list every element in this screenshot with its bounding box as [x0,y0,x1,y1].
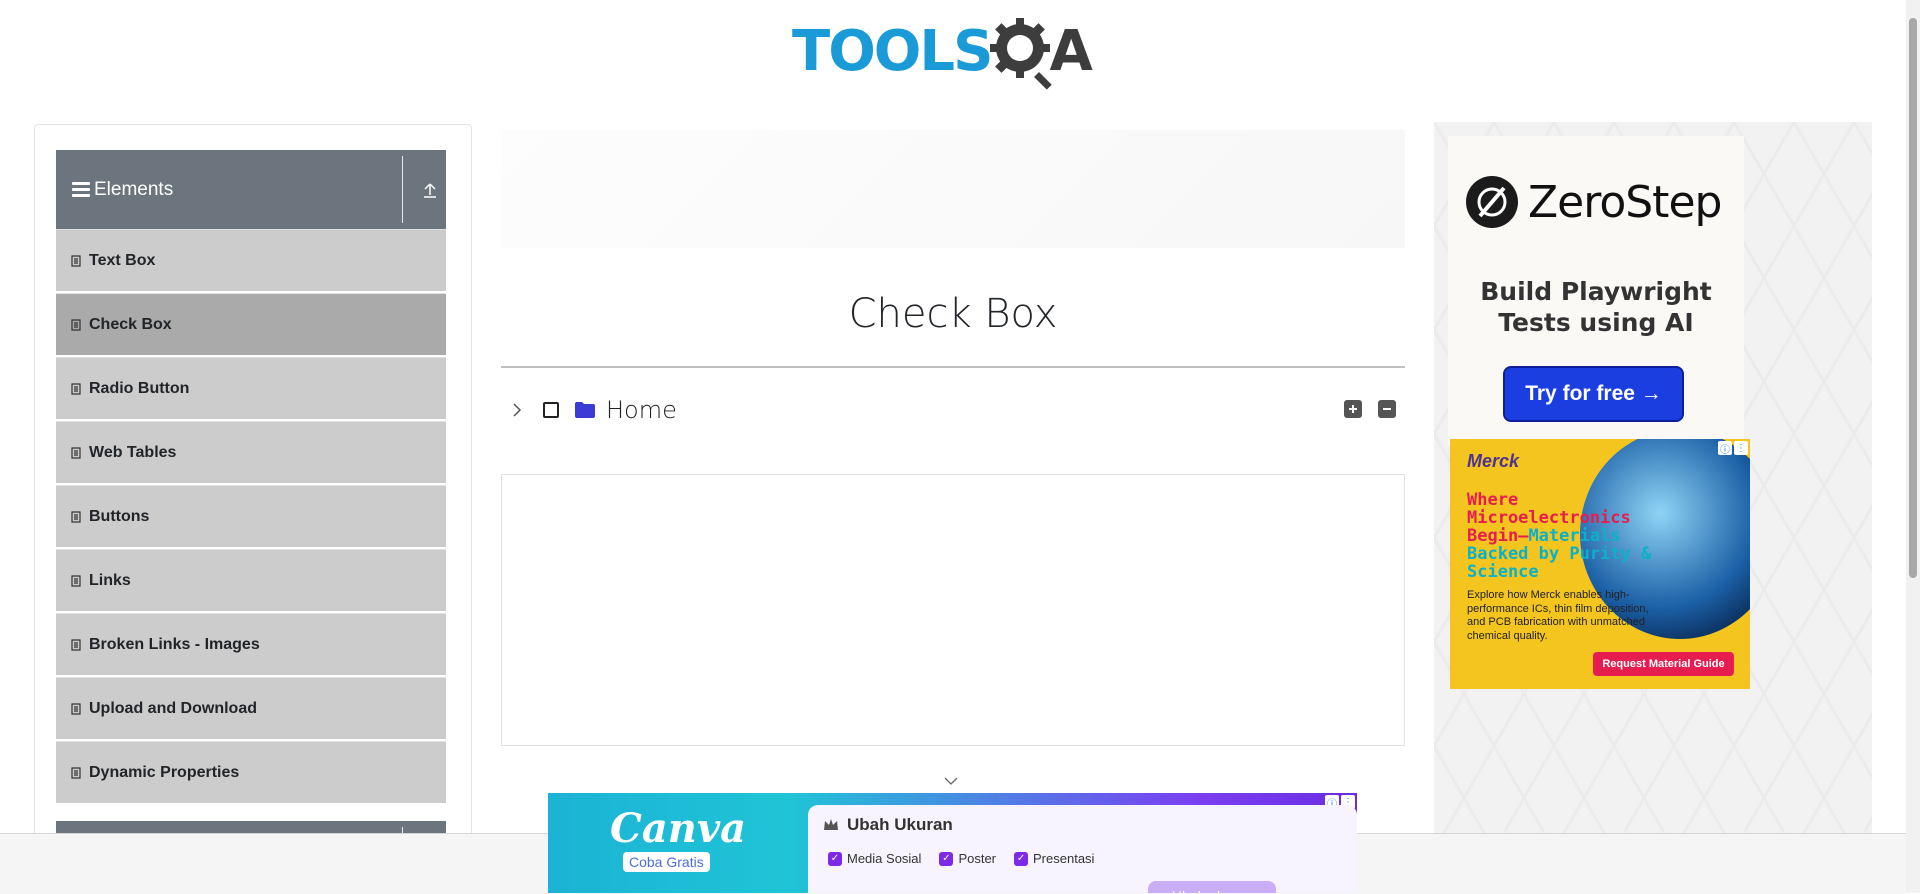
document-icon [71,574,81,587]
gear-magnifier-icon [990,18,1053,90]
sidebar-item-broken-links[interactable]: Broken Links - Images [56,613,446,675]
checked-icon: ✓ [828,851,842,866]
document-icon [71,382,81,395]
zerostep-tagline: Build Playwright Tests using AI [1448,276,1744,338]
logo-text: TOOLS [792,19,993,84]
merck-ad[interactable]: ⓘ ⋮ Merck Where Microelectronics Begin—M… [1450,439,1750,689]
coba-gratis-button[interactable]: Coba Gratis [623,852,710,872]
document-icon [71,254,81,267]
sidebar-item-text-box[interactable]: Text Box [56,229,446,291]
option-poster[interactable]: ✓ Poster [939,851,996,866]
canva-logo: Canva [610,805,746,852]
sidebar-item-label: Text Box [89,251,156,269]
merck-brand: Merck [1467,451,1520,471]
zerostep-tagline-line2: Tests using AI [1498,308,1694,337]
sidebar-item-upload-download[interactable]: Upload and Download [56,677,446,739]
sidebar-item-radio-button[interactable]: Radio Button [56,357,446,419]
merck-headline-separator: — [1518,526,1529,546]
option-label: Presentasi [1033,851,1095,866]
collapse-upload-icon[interactable] [422,180,438,200]
top-ad-placeholder [501,130,1405,248]
toolsqa-logo[interactable]: TOOLS A [792,14,1093,90]
minus-icon [1383,408,1391,410]
option-presentasi[interactable]: ✓ Presentasi [1014,851,1094,866]
elements-menu: Text Box Check Box Radio Button Web Tabl… [56,229,446,805]
sidebar-item-label: Buttons [89,507,150,525]
chevron-down-icon[interactable] [943,776,959,786]
tree-node-label[interactable]: Home [606,396,677,424]
sidebar-item-label: Radio Button [89,379,190,397]
header-divider [402,156,403,223]
checked-icon: ✓ [939,851,954,866]
sidebar-item-web-tables[interactable]: Web Tables [56,421,446,483]
sidebar-item-label: Check Box [89,315,172,333]
sidebar-item-label: Dynamic Properties [89,763,240,781]
sidebar-item-label: Broken Links - Images [89,635,260,653]
expand-toggle[interactable] [508,401,526,419]
sidebar-item-dynamic-properties[interactable]: Dynamic Properties [56,741,446,803]
sidebar-item-label: Links [89,571,131,589]
resize-options: ✓ Media Sosial ✓ Poster ✓ Presentasi [828,851,1094,866]
option-label: Poster [958,851,997,866]
merck-headline: Where Microelectronics Begin—Materials B… [1467,491,1667,581]
zerostep-tagline-line1: Build Playwright [1480,277,1712,306]
zerostep-ad[interactable]: ZeroStep Build Playwright Tests using AI… [1448,136,1744,446]
request-material-guide-button[interactable]: Request Material Guide [1593,652,1734,676]
sidebar-item-label: Web Tables [89,443,177,461]
zerostep-logo-icon [1466,176,1518,228]
logo-letter-a: A [1049,19,1093,84]
ubah-ukuran-button[interactable]: Ubah ukuran [1148,881,1276,893]
ad-info-icon[interactable]: ⓘ [1718,441,1732,456]
scrollbar-thumb[interactable] [1909,18,1917,578]
result-ad-container [501,474,1405,746]
resize-header: Ubah Ukuran [823,815,953,835]
menu-icon [72,182,90,197]
group-title: Elements [94,178,174,200]
page-title: Check Box [848,291,1058,337]
ad-options-icon[interactable]: ⋮ [1734,441,1748,455]
left-panel: Elements Text Box Check Box Radio Button… [34,124,472,894]
merck-body: Explore how Merck enables high-performan… [1467,589,1649,642]
expand-all-button[interactable] [1344,400,1362,418]
sidebar-item-buttons[interactable]: Buttons [56,485,446,547]
elements-group-header[interactable]: Elements [56,150,446,229]
document-icon [71,702,81,715]
document-icon [71,318,81,331]
folder-icon [575,402,595,418]
plus-icon [1349,405,1357,413]
right-ad-column: ZeroStep Build Playwright Tests using AI… [1434,122,1872,893]
home-checkbox[interactable] [543,402,559,418]
collapse-all-button[interactable] [1378,400,1396,418]
crown-icon [824,819,838,830]
zerostep-logo: ZeroStep [1466,176,1722,228]
document-icon [71,446,81,459]
canva-ad[interactable]: Canva Coba Gratis ⓘ ⋮ Ubah Ukuran ✓ Media… [548,793,1357,893]
sidebar-item-label: Upload and Download [89,699,257,717]
sidebar-item-check-box[interactable]: Check Box [56,293,446,355]
resize-card: Ubah Ukuran ✓ Media Sosial ✓ Poster ✓ Prese… [808,805,1357,893]
resize-header-label: Ubah Ukuran [847,815,953,834]
tree-node-home: Home [508,392,677,428]
checked-icon: ✓ [1014,851,1029,866]
title-divider [501,366,1405,368]
try-for-free-button[interactable]: Try for free → [1503,366,1684,422]
ad-badges: ⓘ ⋮ [1718,441,1748,456]
zerostep-brand: ZeroStep [1528,176,1722,228]
document-icon [71,638,81,651]
sidebar-item-links[interactable]: Links [56,549,446,611]
document-icon [71,510,81,523]
chevron-right-icon [513,403,522,417]
option-label: Media Sosial [847,851,922,866]
option-media-sosial[interactable]: ✓ Media Sosial [828,851,921,866]
document-icon [71,766,81,779]
